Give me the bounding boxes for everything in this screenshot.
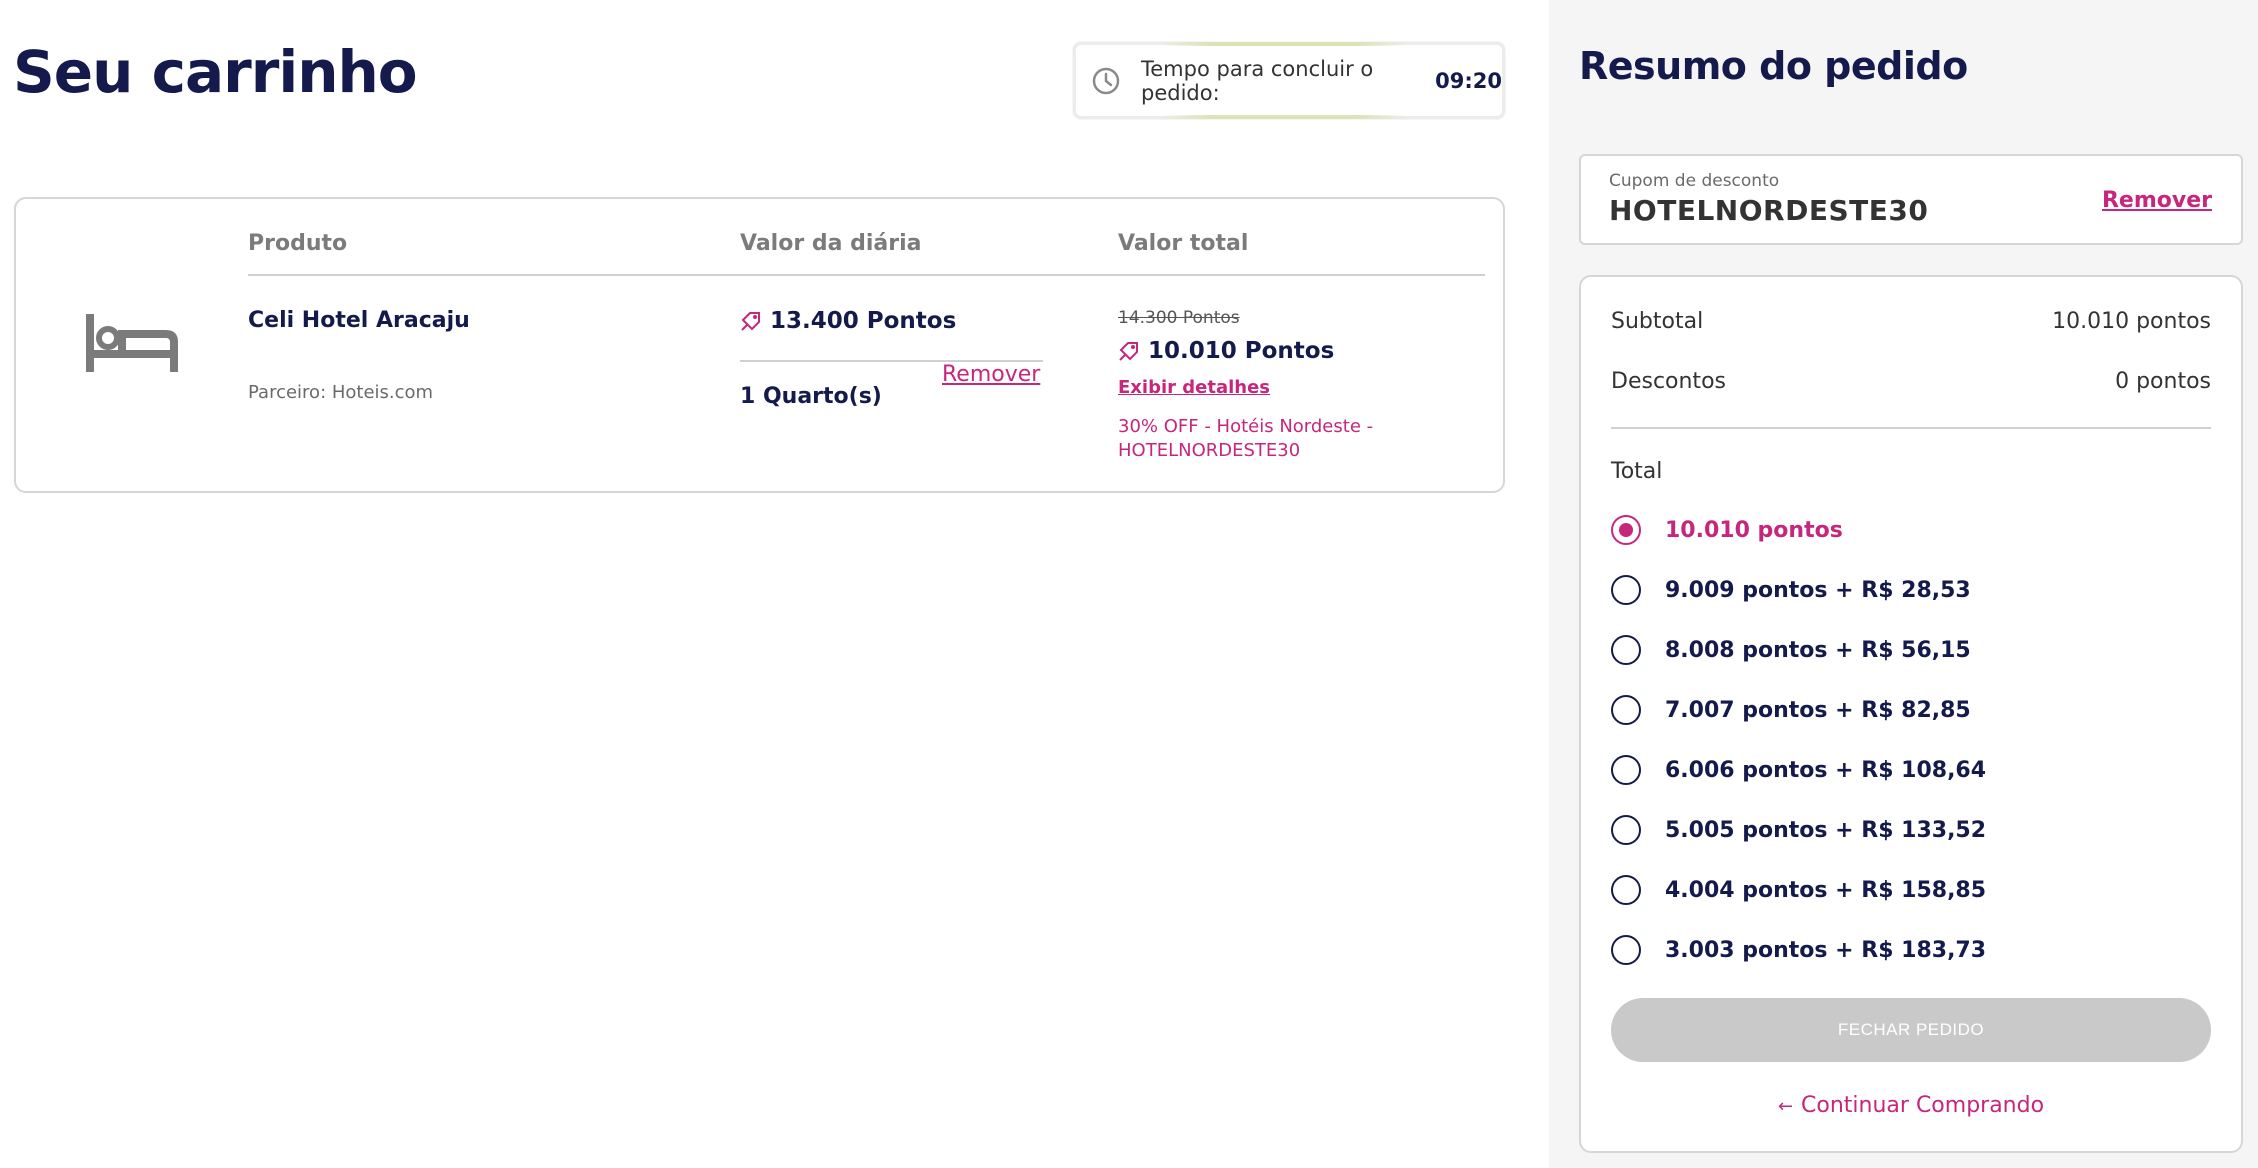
room-count: 1 Quarto(s) xyxy=(740,384,882,409)
payment-option[interactable]: 6.006 pontos + R$ 108,64 xyxy=(1611,755,1986,785)
payment-option[interactable]: 7.007 pontos + R$ 82,85 xyxy=(1611,695,1971,725)
radio-button[interactable] xyxy=(1611,935,1641,965)
arrow-left-icon: ← xyxy=(1777,1096,1794,1117)
daily-price-value: 13.400 Pontos xyxy=(770,308,957,334)
timer-label: Tempo para concluir o pedido: xyxy=(1141,56,1374,105)
cart-section: Seu carrinho Tempo para concluir o pedid… xyxy=(0,0,1549,1168)
product-name: Celi Hotel Aracaju xyxy=(248,308,470,333)
continue-shopping-link[interactable]: ← Continuar Comprando xyxy=(1581,1093,2241,1118)
old-price: 14.300 Pontos xyxy=(1118,308,1240,328)
payment-option[interactable]: 4.004 pontos + R$ 158,85 xyxy=(1611,875,1986,905)
radio-button[interactable] xyxy=(1611,575,1641,605)
cart-item-card: Produto Valor da diária Valor total Celi… xyxy=(14,197,1505,493)
summary-card: Subtotal 10.010 pontos Descontos 0 ponto… xyxy=(1579,275,2243,1153)
discount-value: 0 pontos xyxy=(2115,369,2211,394)
column-header-daily: Valor da diária xyxy=(740,231,922,256)
summary-divider xyxy=(1611,427,2211,429)
show-details-link[interactable]: Exibir detalhes xyxy=(1118,377,1270,398)
payment-option[interactable]: 8.008 pontos + R$ 56,15 xyxy=(1611,635,1971,665)
payment-option-label: 10.010 pontos xyxy=(1665,517,1843,543)
points-icon xyxy=(1118,340,1140,362)
header-divider xyxy=(248,274,1485,276)
payment-option[interactable]: 9.009 pontos + R$ 28,53 xyxy=(1611,575,1971,605)
promo-text: 30% OFF - Hotéis Nordeste - HOTELNORDEST… xyxy=(1118,416,1374,461)
clock-icon xyxy=(1091,66,1121,96)
page-title: Seu carrinho xyxy=(13,38,418,106)
order-summary-panel: Resumo do pedido Cupom de desconto HOTEL… xyxy=(1549,0,2258,1168)
radio-button[interactable] xyxy=(1611,515,1641,545)
payment-option-label: 7.007 pontos + R$ 82,85 xyxy=(1665,697,1971,723)
radio-button[interactable] xyxy=(1611,635,1641,665)
discount-label: Descontos xyxy=(1611,369,1726,394)
payment-option-label: 6.006 pontos + R$ 108,64 xyxy=(1665,757,1987,783)
checkout-button[interactable]: FECHAR PEDIDO xyxy=(1611,998,2211,1062)
order-timer: Tempo para concluir o pedido: 09:20 xyxy=(1073,42,1505,119)
subtotal-label: Subtotal xyxy=(1611,309,1704,334)
summary-title: Resumo do pedido xyxy=(1579,44,1968,88)
column-header-total: Valor total xyxy=(1118,231,1249,256)
payment-option-label: 8.008 pontos + R$ 56,15 xyxy=(1665,637,1971,663)
payment-option[interactable]: 3.003 pontos + R$ 183,73 xyxy=(1611,935,1986,965)
payment-option-label: 9.009 pontos + R$ 28,53 xyxy=(1665,577,1971,603)
continue-shopping-label: Continuar Comprando xyxy=(1801,1093,2045,1118)
remove-coupon-link[interactable]: Remover xyxy=(2102,188,2212,213)
payment-option-label: 5.005 pontos + R$ 133,52 xyxy=(1665,817,1987,843)
timer-value: 09:20 xyxy=(1435,68,1502,93)
radio-button[interactable] xyxy=(1611,695,1641,725)
total-label: Total xyxy=(1611,459,1663,484)
coupon-label: Cupom de desconto xyxy=(1609,171,1780,191)
coupon-code: HOTELNORDESTE30 xyxy=(1609,194,1929,227)
payment-option-label: 3.003 pontos + R$ 183,73 xyxy=(1665,937,1987,963)
bed-icon xyxy=(84,312,182,374)
column-header-product: Produto xyxy=(248,231,348,256)
points-icon xyxy=(740,310,762,332)
new-price-value: 10.010 Pontos xyxy=(1148,338,1335,364)
radio-button[interactable] xyxy=(1611,875,1641,905)
payment-option-label: 4.004 pontos + R$ 158,85 xyxy=(1665,877,1987,903)
payment-option[interactable]: 5.005 pontos + R$ 133,52 xyxy=(1611,815,1986,845)
coupon-field: Cupom de desconto HOTELNORDESTE30 Remove… xyxy=(1579,154,2243,245)
radio-button[interactable] xyxy=(1611,815,1641,845)
subtotal-value: 10.010 pontos xyxy=(2052,309,2211,334)
daily-price: 13.400 Pontos xyxy=(740,308,956,334)
subtotal-row: Subtotal 10.010 pontos xyxy=(1611,309,2211,334)
discount-row: Descontos 0 pontos xyxy=(1611,369,2211,394)
radio-button[interactable] xyxy=(1611,755,1641,785)
product-partner: Parceiro: Hoteis.com xyxy=(248,382,434,403)
new-price: 10.010 Pontos xyxy=(1118,338,1334,364)
remove-item-link[interactable]: Remover xyxy=(942,362,1040,387)
payment-option[interactable]: 10.010 pontos xyxy=(1611,515,1843,545)
